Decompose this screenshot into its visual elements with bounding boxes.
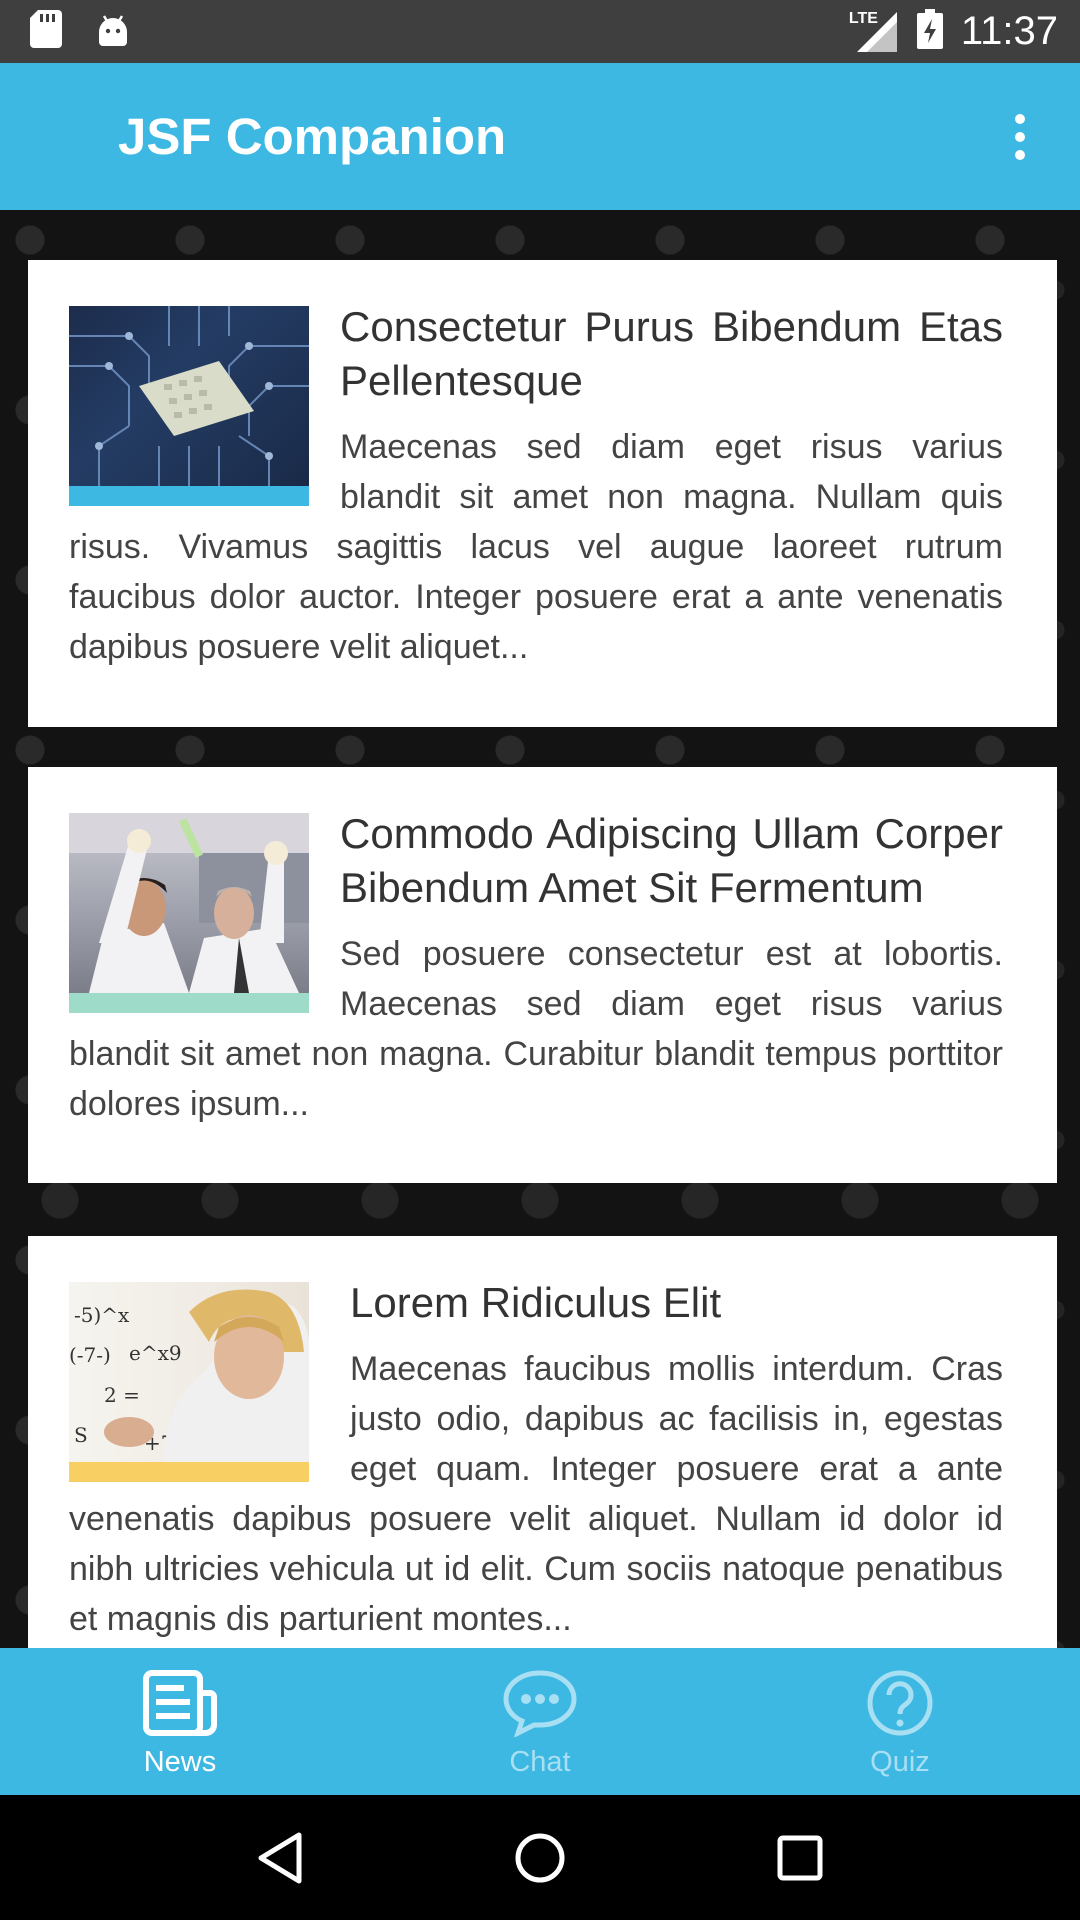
news-list[interactable]: Consectetur Purus Bibendum Etas Pellente… bbox=[0, 210, 1080, 1648]
tab-label: News bbox=[143, 1745, 217, 1778]
circuit-board-image bbox=[69, 306, 309, 486]
thumbnail-accent bbox=[69, 1462, 309, 1482]
status-time: 11:37 bbox=[960, 9, 1058, 53]
system-nav bbox=[0, 1795, 1080, 1920]
news-card[interactable]: Commodo Adipiscing Ullam Corper Bibendum… bbox=[28, 767, 1057, 1183]
news-thumbnail bbox=[69, 306, 309, 506]
news-card[interactable]: -5)^x (-7-) e^x9 2 = S +7 = 2 Lorem Ridi… bbox=[28, 1236, 1057, 1648]
thumbnail-accent bbox=[69, 486, 309, 506]
chat-icon bbox=[502, 1669, 578, 1742]
news-thumbnail bbox=[69, 813, 309, 1013]
svg-text:(-7-): (-7-) bbox=[69, 1343, 111, 1367]
math-woman-image: -5)^x (-7-) e^x9 2 = S +7 = 2 bbox=[69, 1282, 309, 1462]
help-circle-icon bbox=[862, 1669, 938, 1742]
back-icon[interactable] bbox=[240, 1818, 320, 1898]
tab-news[interactable]: News bbox=[0, 1648, 360, 1795]
news-thumbnail: -5)^x (-7-) e^x9 2 = S +7 = 2 bbox=[69, 1282, 309, 1482]
app-bar: JSF Companion bbox=[0, 63, 1080, 210]
android-icon bbox=[96, 12, 130, 51]
app-title: JSF Companion bbox=[118, 108, 507, 165]
more-vert-icon[interactable] bbox=[1000, 107, 1040, 167]
status-left bbox=[30, 10, 130, 53]
recents-icon[interactable] bbox=[760, 1818, 840, 1898]
news-card[interactable]: Consectetur Purus Bibendum Etas Pellente… bbox=[28, 260, 1057, 727]
status-bar: LTE 11:37 bbox=[0, 0, 1080, 63]
news-icon bbox=[142, 1669, 218, 1742]
svg-text:2 =: 2 = bbox=[104, 1383, 140, 1407]
svg-text:e^x9: e^x9 bbox=[129, 1341, 182, 1365]
thumbnail-accent bbox=[69, 993, 309, 1013]
tab-quiz[interactable]: Quiz bbox=[720, 1648, 1080, 1795]
status-right: LTE 11:37 bbox=[849, 9, 1058, 54]
tab-label: Chat bbox=[509, 1745, 571, 1778]
bottom-nav: News Chat Quiz bbox=[0, 1648, 1080, 1795]
svg-text:-5)^x: -5)^x bbox=[74, 1303, 130, 1327]
tab-label: Quiz bbox=[870, 1745, 930, 1778]
tab-chat[interactable]: Chat bbox=[360, 1648, 720, 1795]
battery-icon bbox=[916, 9, 943, 54]
svg-text:S: S bbox=[74, 1423, 88, 1447]
home-icon[interactable] bbox=[500, 1818, 580, 1898]
scientists-image bbox=[69, 813, 309, 993]
lte-signal-icon: LTE bbox=[849, 10, 899, 52]
sd-card-icon bbox=[30, 10, 62, 53]
